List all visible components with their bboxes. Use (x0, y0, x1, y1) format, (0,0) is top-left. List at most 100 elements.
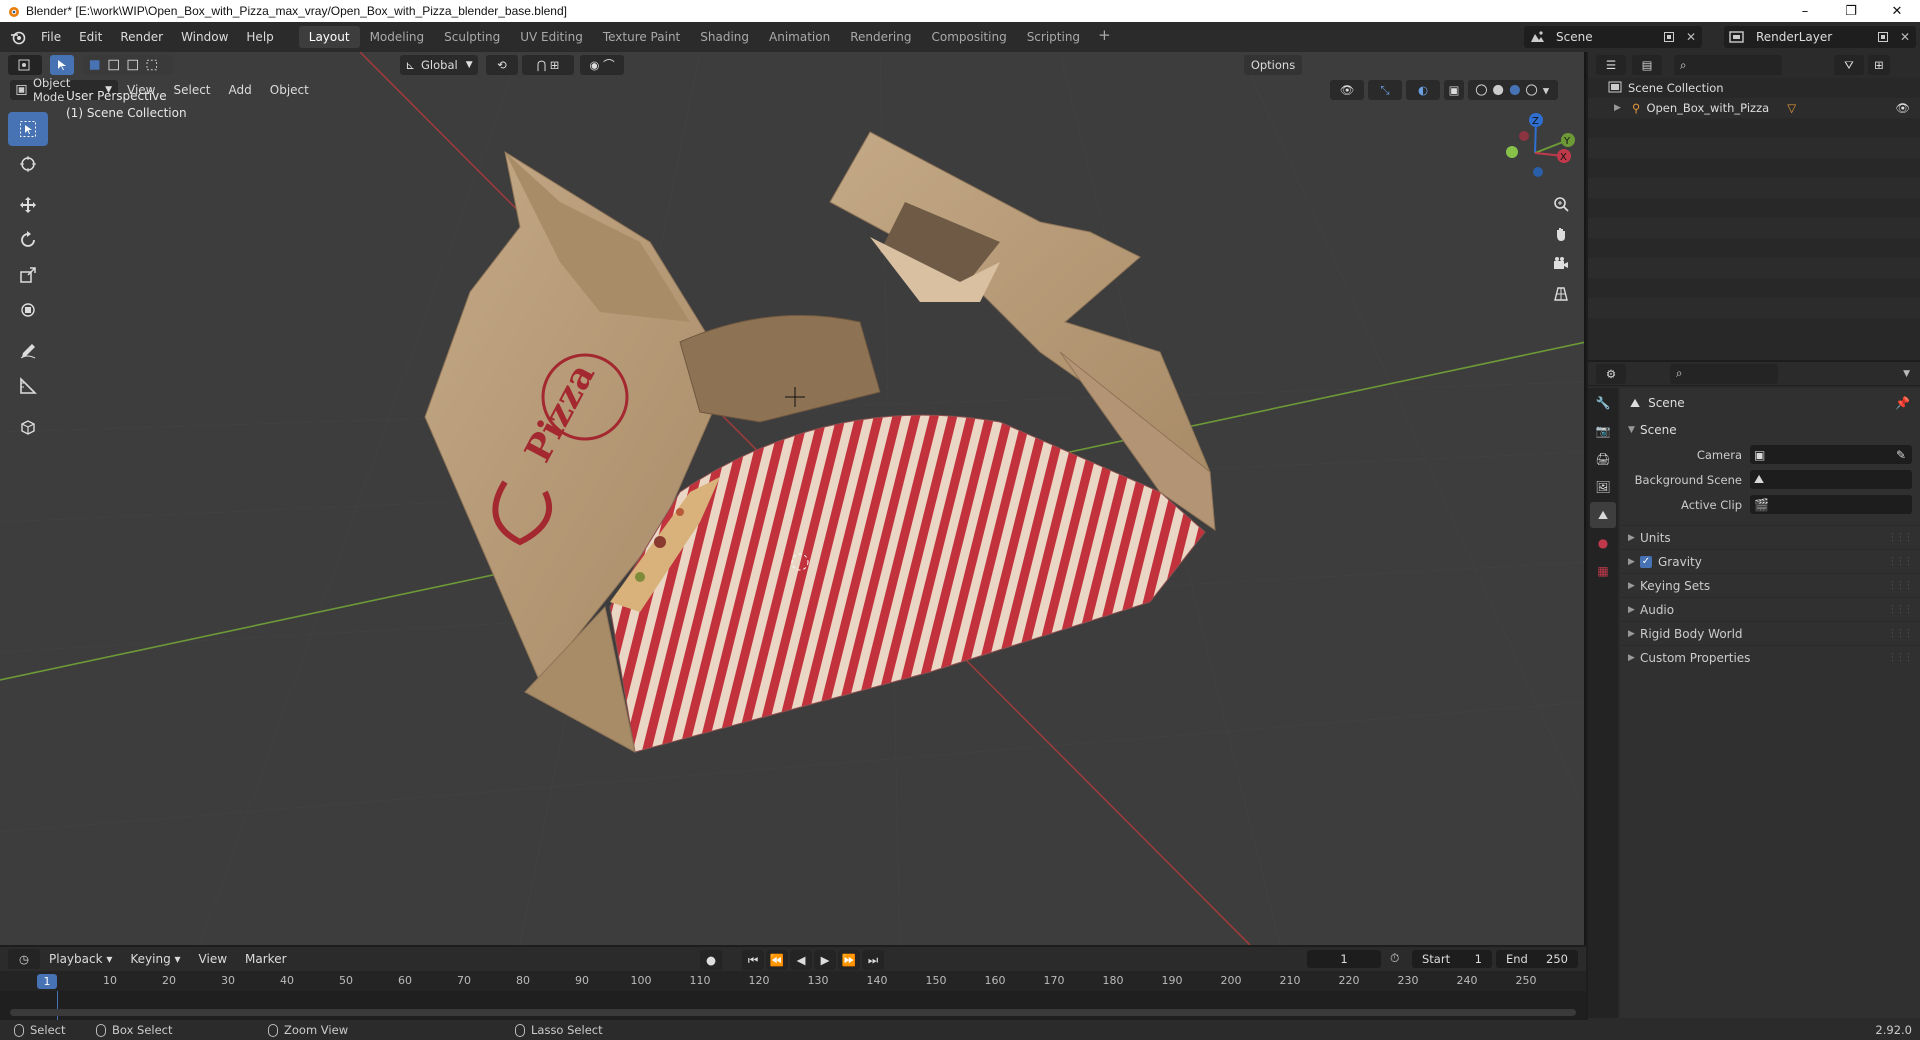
scene-selector[interactable]: Scene ✕ (1524, 26, 1702, 48)
renderlayer-name[interactable]: RenderLayer (1750, 30, 1872, 44)
close-button[interactable]: ✕ (1874, 0, 1920, 22)
pan-hand-icon[interactable] (1546, 220, 1576, 248)
playhead-frame[interactable]: 1 (37, 974, 57, 989)
drag-grip-icon[interactable]: ⋮⋮⋮ (1888, 533, 1913, 543)
output-tab[interactable]: 🖨 (1590, 446, 1616, 472)
maximize-button[interactable]: ❐ (1828, 0, 1874, 22)
viewport-menu-select[interactable]: Select (164, 79, 219, 101)
menu-file[interactable]: File (32, 26, 70, 48)
custom-properties-subpanel[interactable]: ▶ Custom Properties ⋮⋮⋮ (1620, 645, 1920, 669)
cursor-tool[interactable] (8, 147, 48, 181)
background-scene-field[interactable]: ⛰ (1750, 470, 1912, 489)
delete-scene-icon[interactable]: ✕ (1680, 30, 1702, 44)
properties-search-input[interactable]: ⌕ (1670, 363, 1778, 384)
minimize-button[interactable]: – (1782, 0, 1828, 22)
menu-window[interactable]: Window (172, 26, 237, 48)
jump-end-icon[interactable]: ⏭ (862, 950, 884, 970)
timeline-ruler[interactable]: 1 10 20 30 40 50 60 70 80 90 100 110 120… (0, 971, 1586, 991)
render-tab[interactable]: 📷 (1590, 418, 1616, 444)
tab-layout[interactable]: Layout (298, 26, 360, 48)
proportional-edit-toggle[interactable]: ◉ ⌒ (580, 55, 624, 75)
camera-view-icon[interactable] (1546, 250, 1576, 278)
menu-render[interactable]: Render (111, 26, 172, 48)
new-renderlayer-icon[interactable] (1872, 31, 1894, 43)
new-collection-button[interactable]: ⊞ (1868, 55, 1890, 75)
overlays-toggle[interactable]: ◐ (1406, 80, 1440, 100)
select-tweak-mode-button[interactable] (50, 55, 74, 75)
outliner-editor-type[interactable]: ☰ (1596, 55, 1626, 75)
scale-tool[interactable] (8, 258, 48, 292)
annotate-tool[interactable] (8, 334, 48, 368)
selection-mode-buttons[interactable] (82, 55, 174, 75)
texture-tab[interactable]: ▦ (1590, 558, 1616, 584)
expand-arrow-icon[interactable]: ▶ (1614, 103, 1626, 113)
tab-animation[interactable]: Animation (759, 26, 840, 48)
add-cube-tool[interactable] (8, 410, 48, 444)
jump-prev-key-icon[interactable]: ⏪ (766, 950, 788, 970)
add-workspace-button[interactable]: + (1090, 26, 1119, 48)
end-frame-field[interactable]: End 250 (1496, 950, 1578, 968)
play-reverse-icon[interactable]: ◀ (790, 950, 812, 970)
xray-toggle[interactable]: ▣ (1444, 80, 1464, 100)
visibility-eye-icon[interactable]: 👁 (1895, 101, 1910, 115)
stopwatch-icon[interactable]: ⏱ (1390, 951, 1399, 966)
menu-edit[interactable]: Edit (70, 26, 111, 48)
tab-rendering[interactable]: Rendering (840, 26, 921, 48)
new-scene-icon[interactable] (1658, 31, 1680, 43)
pivot-point-dropdown[interactable]: ⟲ (486, 55, 518, 75)
rigid-body-world-subpanel[interactable]: ▶ Rigid Body World ⋮⋮⋮ (1620, 621, 1920, 645)
drag-grip-icon[interactable]: ⋮⋮⋮ (1888, 629, 1913, 639)
properties-editor-type[interactable]: ⚙ (1596, 363, 1626, 384)
snap-toggle[interactable]: ⋂ ⊞ (522, 55, 574, 75)
chevron-down-icon[interactable]: ▼ (1903, 369, 1910, 379)
record-keyframe-icon[interactable]: ● (700, 950, 722, 970)
transform-tool[interactable] (8, 293, 48, 327)
outliner-row-object[interactable]: ▶ ⚲ Open_Box_with_Pizza ▽ 👁 (1588, 98, 1920, 118)
scene-name[interactable]: Scene (1550, 30, 1658, 44)
rotate-tool[interactable] (8, 223, 48, 257)
move-tool[interactable] (8, 188, 48, 222)
tab-modeling[interactable]: Modeling (360, 26, 435, 48)
jump-start-icon[interactable]: ⏮ (742, 950, 764, 970)
timeline-menu-marker[interactable]: Marker (236, 948, 295, 970)
timeline-editor-type[interactable]: ◷ (8, 949, 40, 969)
editor-type-button[interactable] (8, 55, 42, 75)
timeline-menu-keying[interactable]: Keying ▾ (121, 948, 189, 970)
viewport-menu-add[interactable]: Add (220, 79, 261, 101)
keying-sets-subpanel[interactable]: ▶ Keying Sets ⋮⋮⋮ (1620, 573, 1920, 597)
gravity-subpanel[interactable]: ▶ ✓ Gravity ⋮⋮⋮ (1620, 549, 1920, 573)
camera-field[interactable]: ▣ ✎ (1750, 445, 1912, 464)
view-layer-tab[interactable]: 🖼 (1590, 474, 1616, 500)
audio-subpanel[interactable]: ▶ Audio ⋮⋮⋮ (1620, 597, 1920, 621)
units-subpanel[interactable]: ▶ Units ⋮⋮⋮ (1620, 525, 1920, 549)
tab-shading[interactable]: Shading (690, 26, 759, 48)
measure-tool[interactable] (8, 369, 48, 403)
filter-dropdown[interactable]: ⛛ (1834, 55, 1864, 75)
drag-grip-icon[interactable]: ⋮⋮⋮ (1888, 605, 1913, 615)
timeline-menu-view[interactable]: View (190, 948, 236, 970)
drag-grip-icon[interactable]: ⋮⋮⋮ (1888, 557, 1913, 567)
menu-help[interactable]: Help (237, 26, 282, 48)
gizmo-toggle[interactable]: ⤡ (1368, 80, 1402, 100)
display-mode-dropdown[interactable]: ▤ (1632, 55, 1662, 75)
tab-uv-editing[interactable]: UV Editing (510, 26, 593, 48)
world-tab[interactable]: ● (1590, 530, 1616, 556)
pizza-box-model[interactable]: Pizza (424, 131, 1216, 753)
timeline-track-area[interactable] (0, 991, 1586, 1020)
delete-renderlayer-icon[interactable]: ✕ (1894, 30, 1916, 44)
eyedropper-icon[interactable]: ✎ (1896, 448, 1906, 462)
scene-tab[interactable]: ⛰ (1590, 502, 1616, 528)
zoom-view-icon[interactable] (1546, 190, 1576, 218)
tool-tab[interactable]: 🔧 (1590, 390, 1616, 416)
navigation-gizmo[interactable]: Z Y X (1490, 108, 1580, 198)
drag-grip-icon[interactable]: ⋮⋮⋮ (1888, 653, 1913, 663)
tab-texture-paint[interactable]: Texture Paint (593, 26, 690, 48)
viewport-menu-object[interactable]: Object (261, 79, 318, 101)
ortho-grid-icon[interactable] (1546, 280, 1576, 308)
outliner-search-input[interactable]: ⌕ (1674, 55, 1782, 75)
shading-mode-buttons[interactable]: ▼ (1468, 80, 1558, 100)
renderlayer-selector[interactable]: RenderLayer ✕ (1724, 26, 1916, 48)
options-dropdown[interactable]: Options (1244, 55, 1302, 75)
outliner-row-scene-collection[interactable]: Scene Collection (1588, 78, 1920, 98)
tab-sculpting[interactable]: Sculpting (434, 26, 510, 48)
